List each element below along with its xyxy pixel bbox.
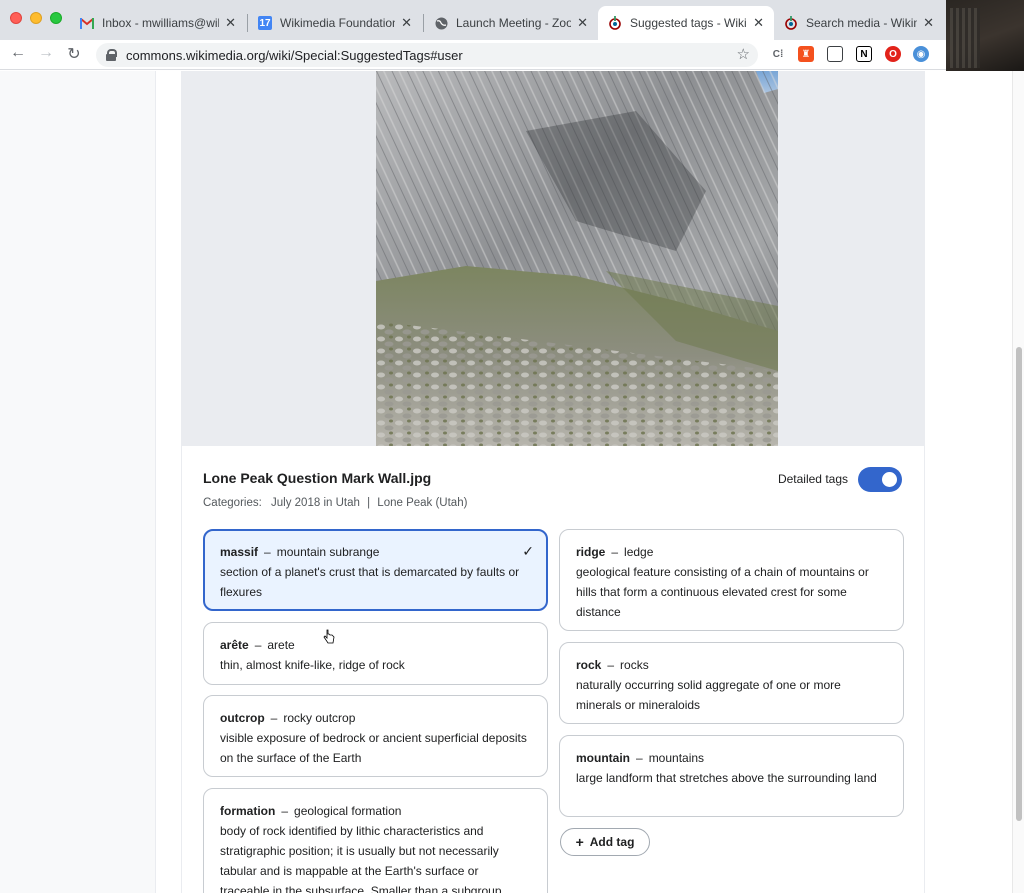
detailed-tags-label: Detailed tags <box>777 472 848 486</box>
reload-icon[interactable]: ↻ <box>64 44 84 64</box>
tab-title: Launch Meeting - Zoo <box>456 16 572 30</box>
maximize-window-button[interactable] <box>50 12 62 24</box>
page-scrollbar[interactable] <box>1012 71 1024 893</box>
tag-description: visible exposure of bedrock or ancient s… <box>220 731 527 765</box>
tab-wikimedia-foundation[interactable]: 17 Wikimedia Foundation ✕ <box>248 6 422 40</box>
extension-bell-icon[interactable]: ♜ <box>798 46 814 62</box>
detailed-tags-toggle[interactable] <box>858 467 902 492</box>
tag-dash: – <box>611 545 619 559</box>
close-tab-icon[interactable]: ✕ <box>577 15 588 31</box>
tab-search-media[interactable]: Search media - Wikime ✕ <box>774 6 944 40</box>
hand-cursor-icon <box>323 629 335 644</box>
close-tab-icon[interactable]: ✕ <box>753 15 764 31</box>
tag-label: rocks <box>620 658 649 672</box>
tab-title: Wikimedia Foundation <box>280 16 396 30</box>
tag-dash: – <box>270 711 278 725</box>
categories: Categories: July 2018 in Utah | Lone Pea… <box>203 497 467 509</box>
tag-label: arete <box>267 638 295 652</box>
tab-inbox[interactable]: Inbox - mwilliams@wik ✕ <box>70 6 246 40</box>
browser-toolbar: ← → ↻ commons.wikimedia.org/wiki/Special… <box>0 40 946 70</box>
tag-term: outcrop <box>220 711 265 725</box>
tag-term: massif <box>220 545 259 559</box>
extension-c-icon[interactable]: C⁞ <box>770 46 786 62</box>
tag-card-massif[interactable]: massif – mountain subrange ✓ section of a … <box>203 529 548 611</box>
plus-icon: + <box>575 834 584 850</box>
main-column: Lone Peak Question Mark Wall.jpg Categor… <box>157 71 945 893</box>
left-panel <box>0 71 156 893</box>
image-area <box>181 71 925 446</box>
category-link[interactable]: July 2018 in Utah <box>271 497 360 509</box>
extension-red-icon[interactable]: O <box>885 46 901 62</box>
tag-label: rocky outcrop <box>283 711 356 725</box>
tag-card-formation[interactable]: formation – geological formation body of r… <box>203 788 548 893</box>
tag-card-arete[interactable]: arête – arete thin, almost knife-like, rid… <box>203 622 548 685</box>
category-link[interactable]: Lone Peak (Utah) <box>377 497 467 509</box>
address-bar[interactable]: commons.wikimedia.org/wiki/Special:Sugge… <box>96 43 758 67</box>
file-image[interactable] <box>376 71 778 446</box>
url-text: commons.wikimedia.org/wiki/Special:Sugge… <box>126 47 463 63</box>
tag-dash: – <box>607 658 615 672</box>
toggle-knob <box>882 472 897 487</box>
close-window-button[interactable] <box>10 12 22 24</box>
tag-description: body of rock identified by lithic charac… <box>220 824 502 893</box>
tag-label: ledge <box>624 545 654 559</box>
file-details-card: Lone Peak Question Mark Wall.jpg Categor… <box>181 446 925 893</box>
calendar-icon: 17 <box>258 16 272 30</box>
add-tag-label: Add tag <box>589 835 635 849</box>
tab-title: Inbox - mwilliams@wik <box>102 16 220 30</box>
tab-title: Search media - Wikime <box>806 16 917 30</box>
tag-description: geological feature consisting of a chain… <box>576 565 869 619</box>
tag-dash: – <box>254 638 262 652</box>
tag-dash: – <box>264 545 271 559</box>
tag-term: mountain <box>576 751 630 765</box>
close-tab-icon[interactable]: ✕ <box>401 15 412 31</box>
tag-description: naturally occurring solid aggregate of o… <box>576 678 841 712</box>
lock-icon <box>106 49 117 61</box>
tag-label: mountains <box>648 751 705 765</box>
back-icon[interactable]: ← <box>8 44 28 62</box>
tag-term: arête <box>220 638 249 652</box>
bookmark-star-icon[interactable]: ☆ <box>737 45 750 63</box>
wikimedia-icon <box>608 16 622 30</box>
tag-card-ridge[interactable]: ridge – ledge geological feature consistin… <box>559 529 904 631</box>
tab-suggested-tags[interactable]: Suggested tags - Wikim ✕ <box>598 6 774 40</box>
tag-card-rock[interactable]: rock – rocks naturally occurring solid agg… <box>559 642 904 724</box>
checkmark-icon: ✓ <box>522 543 534 559</box>
tag-term: rock <box>576 658 602 672</box>
categories-label: Categories: <box>203 497 262 509</box>
globe-icon <box>434 16 448 30</box>
scrollbar-thumb[interactable] <box>1016 347 1022 821</box>
tab-title: Suggested tags - Wikim <box>630 16 748 30</box>
tag-description: large landform that stretches above the … <box>576 771 877 785</box>
close-tab-icon[interactable]: ✕ <box>225 15 236 31</box>
close-tab-icon[interactable]: ✕ <box>923 15 934 31</box>
minimize-window-button[interactable] <box>30 12 42 24</box>
extension-card-icon[interactable] <box>827 46 843 62</box>
tag-term: formation <box>220 804 276 818</box>
add-tag-button[interactable]: + Add tag <box>560 828 650 856</box>
tag-dash: – <box>281 804 289 818</box>
tag-description: section of a planet's crust that is dema… <box>220 565 520 599</box>
tag-dash: – <box>636 751 643 765</box>
browser-tab-strip: Inbox - mwilliams@wik ✕ 17 Wikimedia Fou… <box>0 0 946 40</box>
tag-term: ridge <box>576 545 606 559</box>
forward-icon[interactable]: → <box>36 44 56 62</box>
tag-label: mountain subrange <box>276 545 380 559</box>
tag-card-mountain[interactable]: mountain – mountains large landform that s… <box>559 735 904 817</box>
notion-icon[interactable]: N <box>856 46 872 62</box>
page-content: Lone Peak Question Mark Wall.jpg Categor… <box>0 71 1024 893</box>
tag-card-outcrop[interactable]: outcrop – rocky outcrop visible exposure o… <box>203 695 548 777</box>
tag-label: geological formation <box>294 804 402 818</box>
tab-launch-meeting[interactable]: Launch Meeting - Zoo ✕ <box>424 6 598 40</box>
wikimedia-icon <box>784 16 798 30</box>
category-separator: | <box>367 497 371 509</box>
gmail-icon <box>80 16 94 30</box>
tag-description: thin, almost knife-like, ridge of rock <box>220 658 405 672</box>
extension-blue-icon[interactable]: ◉ <box>913 46 929 62</box>
file-title[interactable]: Lone Peak Question Mark Wall.jpg <box>203 470 431 486</box>
